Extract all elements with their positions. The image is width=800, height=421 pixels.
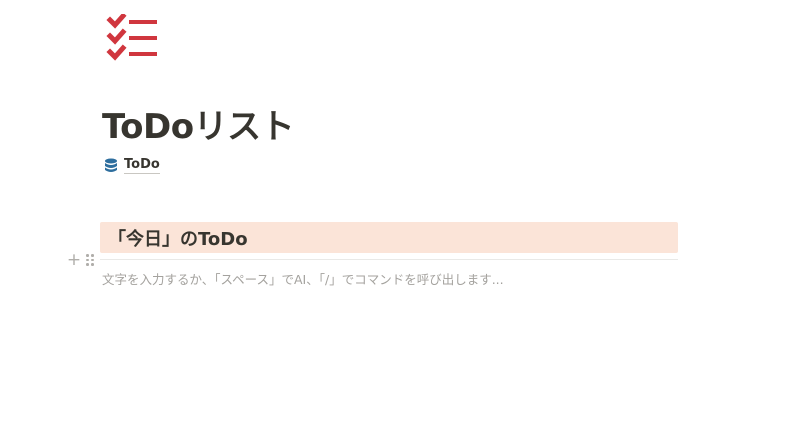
plus-icon: + [66, 250, 82, 270]
heading-block[interactable]: 「今日」のToDo [100, 222, 678, 253]
database-link[interactable]: ToDo [104, 155, 160, 175]
add-block-button[interactable]: + [66, 250, 82, 270]
drag-handle-icon[interactable] [85, 253, 95, 267]
database-link-label: ToDo [124, 156, 160, 174]
divider [100, 259, 678, 260]
page-title[interactable]: ToDoリスト [102, 104, 295, 150]
checklist-icon[interactable] [106, 12, 160, 64]
database-icon [104, 158, 118, 173]
heading-text: 「今日」のToDo [108, 228, 248, 250]
empty-text-block-input[interactable] [100, 269, 680, 289]
